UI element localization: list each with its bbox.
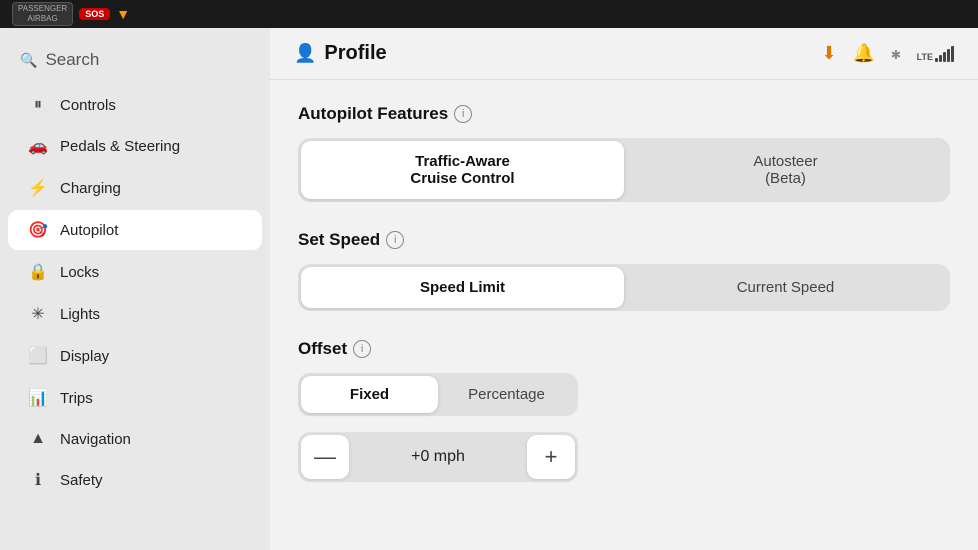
sidebar-item-safety-label: Safety [60, 472, 103, 489]
lte-signal: LTE [917, 46, 954, 62]
search-label: Search [45, 50, 99, 70]
sidebar-item-navigation[interactable]: ▲ Navigation [8, 420, 262, 458]
sidebar-item-controls-label: Controls [60, 97, 116, 114]
top-bar: PASSENGER AIRBAG SOS ▼ [0, 0, 978, 28]
sidebar-item-navigation-label: Navigation [60, 431, 131, 448]
sidebar-item-lights[interactable]: ✳ Lights [8, 294, 262, 334]
sidebar-item-pedals[interactable]: 🚗 Pedals & Steering [8, 126, 262, 166]
sidebar: 🔍 Search ⏸ Controls 🚗 Pedals & Steering … [0, 28, 270, 550]
warning-icon: ▼ [116, 6, 130, 22]
sidebar-item-locks[interactable]: 🔒 Locks [8, 252, 262, 292]
main-panel: 👤 Profile ⬇ 🔔 ✱ LTE [270, 28, 978, 550]
autopilot-features-toggle: Traffic-Aware Cruise Control Autosteer (… [298, 138, 950, 202]
sos-badge: SOS [79, 8, 110, 20]
status-indicators: PASSENGER AIRBAG SOS ▼ [12, 2, 130, 25]
safety-icon: ℹ [28, 470, 48, 490]
sidebar-item-autopilot-label: Autopilot [60, 222, 118, 239]
search-bar[interactable]: 🔍 Search [0, 40, 270, 86]
panel-title: Profile [324, 42, 386, 65]
autopilot-icon: 🎯 [28, 220, 48, 240]
offset-section: Offset i Fixed Percentage — +0 mph + [298, 339, 950, 482]
speed-offset-value: +0 mph [349, 448, 527, 466]
panel-body: Autopilot Features i Traffic-Aware Cruis… [270, 80, 978, 530]
sidebar-item-display[interactable]: ⬜ Display [8, 336, 262, 376]
sidebar-item-charging-label: Charging [60, 180, 121, 197]
sidebar-item-charging[interactable]: ⚡ Charging [8, 168, 262, 208]
sidebar-item-safety[interactable]: ℹ Safety [8, 460, 262, 500]
display-icon: ⬜ [28, 346, 48, 366]
pedals-icon: 🚗 [28, 136, 48, 156]
sidebar-item-display-label: Display [60, 348, 109, 365]
percentage-option[interactable]: Percentage [438, 376, 575, 413]
offset-title: Offset i [298, 339, 950, 359]
bluetooth-icon[interactable]: ✱ [891, 44, 901, 63]
current-speed-option[interactable]: Current Speed [624, 267, 947, 308]
sidebar-item-lights-label: Lights [60, 306, 100, 323]
sidebar-item-trips-label: Trips [60, 390, 93, 407]
set-speed-toggle: Speed Limit Current Speed [298, 264, 950, 311]
airbag-badge: PASSENGER AIRBAG [12, 2, 73, 25]
trips-icon: 📊 [28, 388, 48, 408]
set-speed-title: Set Speed i [298, 230, 950, 250]
header-icons: ⬇ 🔔 ✱ LTE [822, 43, 955, 64]
autopilot-features-info-icon[interactable]: i [454, 105, 472, 123]
speed-offset-control: — +0 mph + [298, 432, 578, 482]
sidebar-item-autopilot[interactable]: 🎯 Autopilot [8, 210, 262, 250]
fixed-option[interactable]: Fixed [301, 376, 438, 413]
main-content: 🔍 Search ⏸ Controls 🚗 Pedals & Steering … [0, 28, 978, 550]
sidebar-item-pedals-label: Pedals & Steering [60, 138, 180, 155]
navigation-icon: ▲ [28, 430, 48, 448]
controls-icon: ⏸ [28, 96, 48, 114]
panel-title-wrap: 👤 Profile [294, 42, 387, 65]
download-icon[interactable]: ⬇ [822, 43, 837, 64]
sidebar-item-locks-label: Locks [60, 264, 99, 281]
autopilot-features-title: Autopilot Features i [298, 104, 950, 124]
panel-header: 👤 Profile ⬇ 🔔 ✱ LTE [270, 28, 978, 80]
lights-icon: ✳ [28, 304, 48, 324]
speed-minus-button[interactable]: — [301, 435, 349, 479]
locks-icon: 🔒 [28, 262, 48, 282]
search-icon: 🔍 [20, 52, 37, 69]
sidebar-item-controls[interactable]: ⏸ Controls [8, 86, 262, 124]
sidebar-item-trips[interactable]: 📊 Trips [8, 378, 262, 418]
profile-person-icon: 👤 [294, 43, 316, 64]
charging-icon: ⚡ [28, 178, 48, 198]
offset-info-icon[interactable]: i [353, 340, 371, 358]
speed-limit-option[interactable]: Speed Limit [301, 267, 624, 308]
speed-plus-button[interactable]: + [527, 435, 575, 479]
signal-bars [935, 46, 954, 62]
autosteer-option[interactable]: Autosteer (Beta) [624, 141, 947, 199]
offset-toggle: Fixed Percentage [298, 373, 578, 416]
tacc-option[interactable]: Traffic-Aware Cruise Control [301, 141, 624, 199]
set-speed-info-icon[interactable]: i [386, 231, 404, 249]
bell-icon[interactable]: 🔔 [853, 43, 875, 64]
